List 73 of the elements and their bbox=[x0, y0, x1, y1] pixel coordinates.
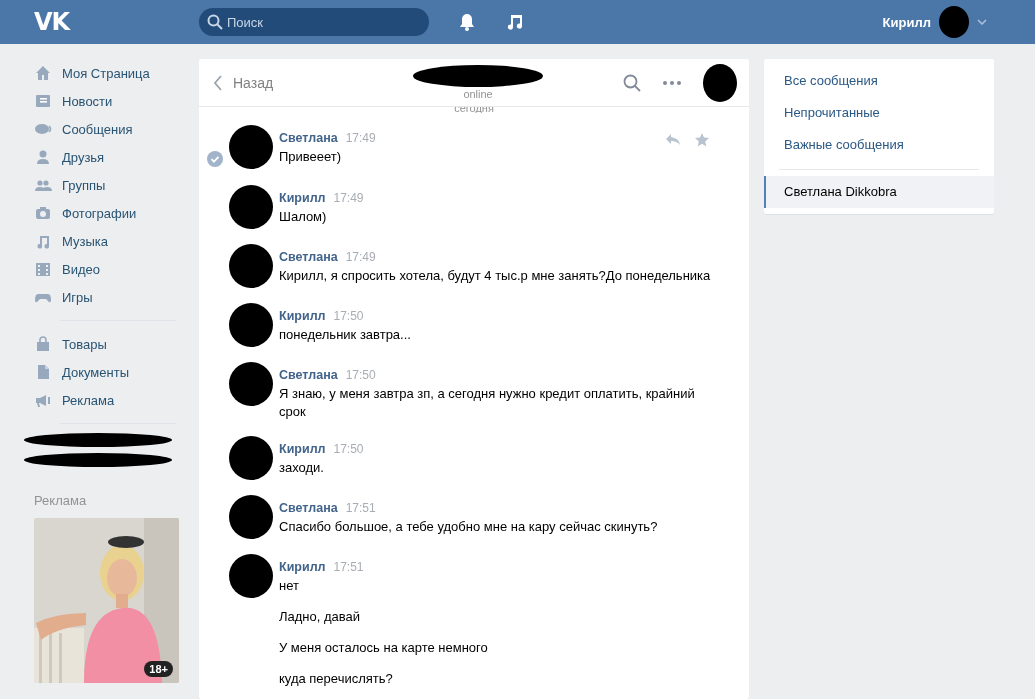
nav-item[interactable]: Документы bbox=[34, 358, 129, 386]
message-time: 17:49 bbox=[345, 250, 376, 264]
ad-heading: Реклама bbox=[34, 493, 88, 508]
author-name[interactable]: Кирилл bbox=[279, 309, 326, 323]
author-name[interactable]: Светлана bbox=[279, 501, 338, 515]
message-time: 17:49 bbox=[333, 191, 364, 205]
message-time: 17:51 bbox=[333, 560, 364, 574]
message-time: 17:50 bbox=[333, 309, 364, 323]
home-icon bbox=[34, 64, 52, 82]
age-badge: 18+ bbox=[144, 661, 173, 677]
nav-item[interactable]: Группы bbox=[34, 171, 106, 199]
author-name[interactable]: Светлана bbox=[279, 131, 338, 145]
redacted-avatar bbox=[229, 185, 273, 229]
author-name[interactable]: Светлана bbox=[279, 368, 338, 382]
search-field[interactable]: Поиск bbox=[199, 8, 429, 36]
redacted-avatar bbox=[229, 125, 273, 169]
nav-item[interactable]: Новости bbox=[34, 87, 113, 115]
message-text: У меня осталось на карте немного bbox=[279, 639, 489, 657]
redacted-avatar bbox=[229, 303, 273, 347]
author-name[interactable]: Кирилл bbox=[279, 191, 326, 205]
filter-item[interactable]: Важные сообщения bbox=[764, 129, 994, 161]
nav-item[interactable]: Сообщения bbox=[34, 115, 133, 143]
message-text: куда перечислять? bbox=[279, 670, 394, 688]
message-time: 17:50 bbox=[333, 442, 364, 456]
message-text: Спасибо большое, а тебе удобно мне на кару сейчас скинуть? bbox=[279, 518, 659, 536]
message-text: Шалом) bbox=[279, 208, 328, 226]
nav-item[interactable]: Фотографии bbox=[34, 199, 137, 227]
chevron-left-icon bbox=[213, 74, 223, 91]
menu-item-icon bbox=[34, 148, 52, 166]
message-text: заходи. bbox=[279, 459, 325, 477]
back-link[interactable]: Назад bbox=[213, 74, 274, 91]
nav-item[interactable]: Товары bbox=[34, 330, 107, 358]
redacted-avatar bbox=[229, 554, 273, 598]
menu-item-icon bbox=[34, 335, 52, 353]
filter-item[interactable]: Все сообщения bbox=[764, 65, 994, 97]
nav-item[interactable]: Музыка bbox=[34, 227, 108, 255]
nav-item[interactable]: Друзья bbox=[34, 143, 105, 171]
nav-item[interactable]: Реклама bbox=[34, 386, 115, 414]
user-name[interactable]: Кирилл bbox=[882, 14, 931, 30]
nav-item[interactable]: Видео bbox=[34, 255, 100, 283]
nav-item[interactable]: Моя Страница bbox=[34, 59, 150, 87]
more-icon[interactable] bbox=[663, 80, 681, 85]
star-icon bbox=[695, 132, 709, 147]
filter-item[interactable]: Непрочитанные bbox=[764, 97, 994, 129]
redacted-avatar bbox=[229, 495, 273, 539]
online-status: online bbox=[463, 88, 493, 100]
music-note-icon[interactable] bbox=[505, 12, 525, 32]
search-icon[interactable] bbox=[623, 73, 641, 92]
author-name[interactable]: Светлана bbox=[279, 250, 338, 264]
conversation-item[interactable]: Светлана Dikkobra bbox=[764, 176, 994, 208]
author-name[interactable]: Кирилл bbox=[279, 442, 326, 456]
message-text: Кирилл, я спросить хотела, будут 4 тыс.р мне занять?До понедельника bbox=[279, 267, 712, 285]
redacted-avatar[interactable] bbox=[703, 63, 737, 102]
message-time: 17:51 bbox=[345, 501, 376, 515]
menu-item-icon bbox=[34, 204, 52, 222]
reply-icon bbox=[665, 132, 681, 146]
logo[interactable]: VK bbox=[34, 8, 70, 36]
message-time: 17:50 bbox=[345, 368, 376, 382]
message-text: Я знаю, у меня завтра зп, а сегодня нужно кредит оплатить, крайний срок bbox=[279, 385, 696, 421]
chevron-down-icon bbox=[977, 19, 987, 25]
bell-icon[interactable] bbox=[457, 12, 477, 32]
redacted-avatar bbox=[229, 436, 273, 480]
redacted-avatar bbox=[229, 362, 273, 406]
menu-item-icon bbox=[34, 92, 52, 110]
message-text: Привееет) bbox=[279, 148, 343, 166]
nav-item[interactable]: Игры bbox=[34, 283, 93, 311]
author-name[interactable]: Кирилл bbox=[279, 560, 326, 574]
message-text: понедельник завтра... bbox=[279, 326, 412, 344]
message-text: Ладно, давай bbox=[279, 608, 362, 626]
redacted-avatar bbox=[229, 244, 273, 288]
message-time: 17:49 bbox=[345, 131, 376, 145]
message-text: нет bbox=[279, 577, 300, 595]
menu-item-icon bbox=[34, 260, 52, 278]
